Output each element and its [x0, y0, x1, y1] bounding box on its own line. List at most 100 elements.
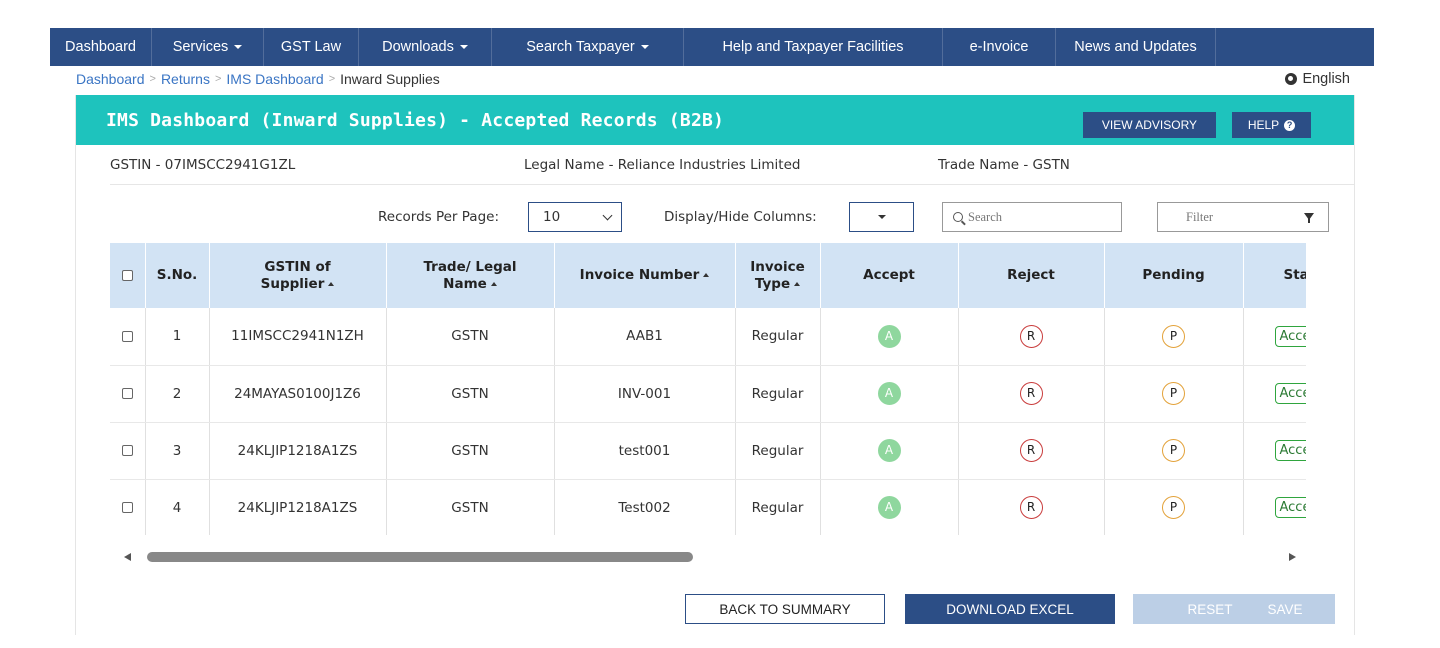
- row-select-cell: [110, 365, 146, 423]
- trade-name-cell: GSTN: [386, 479, 555, 535]
- breadcrumb-current: Inward Supplies: [340, 71, 440, 87]
- save-button[interactable]: SAVE: [1235, 594, 1335, 624]
- nav-label: Services: [172, 39, 229, 55]
- caret-down-icon: [234, 45, 243, 49]
- header-invoice-number[interactable]: Invoice Number: [554, 243, 736, 308]
- nav-item-search-taxpayer[interactable]: Search Taxpayer: [492, 28, 684, 66]
- pending-cell: P: [1104, 308, 1244, 366]
- chevron-down-icon: [602, 210, 613, 221]
- select-all-checkbox[interactable]: [121, 269, 133, 281]
- accept-button[interactable]: A: [877, 382, 901, 405]
- sort-up-icon: [794, 281, 801, 286]
- legal-name-text: Legal Name - Reliance Industries Limited: [524, 157, 801, 173]
- gstin-text: GSTIN - 07IMSCC2941G1ZL: [110, 157, 296, 173]
- accept-button[interactable]: A: [877, 496, 901, 519]
- header-status: Status: [1243, 243, 1306, 308]
- nav-item-help[interactable]: Help and Taxpayer Facilities: [684, 28, 943, 66]
- invoice-type-cell: Regular: [735, 479, 821, 535]
- invoice-number-cell: INV-001: [554, 365, 736, 423]
- status-badge: Accepted: [1274, 497, 1306, 518]
- records-per-page-select[interactable]: 10: [528, 202, 622, 232]
- pending-button[interactable]: P: [1162, 496, 1185, 519]
- reject-cell: R: [958, 365, 1105, 423]
- display-hide-columns-label: Display/Hide Columns:: [664, 209, 817, 225]
- row-select-cell: [110, 422, 146, 480]
- row-checkbox[interactable]: [121, 502, 133, 513]
- row-checkbox[interactable]: [121, 330, 133, 342]
- trade-name-cell: GSTN: [386, 308, 555, 366]
- status-badge: Accepted: [1274, 383, 1306, 404]
- header-label: S.No.: [156, 267, 198, 283]
- help-button[interactable]: HELP ?: [1232, 112, 1311, 138]
- trade-name-cell: GSTN: [386, 365, 555, 423]
- breadcrumb-link[interactable]: Dashboard: [76, 71, 145, 87]
- accept-cell: A: [820, 365, 959, 423]
- scroll-left-icon[interactable]: [124, 553, 131, 561]
- records-table: S.No. GSTIN of Supplier Trade/ Legal Name …: [110, 243, 1306, 535]
- reject-button[interactable]: R: [1019, 496, 1043, 519]
- accept-cell: A: [820, 308, 959, 366]
- caret-down-icon: [459, 45, 468, 49]
- header-accept: Accept: [820, 243, 959, 308]
- reject-button[interactable]: R: [1019, 382, 1043, 405]
- invoice-number-cell: Test002: [554, 479, 736, 535]
- status-cell: Accepted: [1243, 365, 1306, 423]
- header-label: Status: [1283, 267, 1307, 283]
- nav-item-downloads[interactable]: Downloads: [359, 28, 492, 66]
- sno-cell: 2: [145, 365, 210, 423]
- records-table-wrapper: S.No. GSTIN of Supplier Trade/ Legal Name …: [110, 243, 1306, 535]
- header-invoice-type[interactable]: Invoice Type: [735, 243, 821, 308]
- breadcrumb-link[interactable]: IMS Dashboard: [226, 71, 323, 87]
- nav-label: Downloads: [382, 39, 454, 55]
- accept-button[interactable]: A: [877, 324, 901, 348]
- search-input[interactable]: Search: [942, 202, 1122, 232]
- back-to-summary-button[interactable]: BACK TO SUMMARY: [685, 594, 885, 624]
- nav-item-news[interactable]: News and Updates: [1056, 28, 1216, 66]
- accept-cell: A: [820, 422, 959, 480]
- pending-button[interactable]: P: [1162, 324, 1185, 348]
- nav-item-dashboard[interactable]: Dashboard: [50, 28, 152, 66]
- select-all-cell: [110, 243, 146, 308]
- language-selector[interactable]: English: [1285, 71, 1350, 87]
- gstin-cell: 24KLJIP1218A1ZS: [209, 479, 387, 535]
- taxpayer-info: GSTIN - 07IMSCC2941G1ZL Legal Name - Rel…: [110, 155, 1354, 185]
- breadcrumb-link[interactable]: Returns: [161, 71, 210, 87]
- view-advisory-button[interactable]: VIEW ADVISORY: [1083, 112, 1216, 138]
- filter-dropdown[interactable]: Filter: [1157, 202, 1329, 232]
- header-gstin[interactable]: GSTIN of Supplier: [209, 243, 387, 308]
- reject-button[interactable]: R: [1019, 324, 1043, 348]
- horizontal-scrollbar[interactable]: [110, 549, 1306, 565]
- invoice-type-cell: Regular: [735, 422, 821, 480]
- header-label: Accept: [863, 267, 915, 283]
- reject-button[interactable]: R: [1019, 439, 1043, 462]
- status-cell: Accepted: [1243, 308, 1306, 366]
- accept-button[interactable]: A: [877, 439, 901, 462]
- nav-item-services[interactable]: Services: [152, 28, 264, 66]
- pending-button[interactable]: P: [1162, 382, 1185, 405]
- gstin-cell: 24MAYAS0100J1Z6: [209, 365, 387, 423]
- status-badge: Accepted: [1274, 440, 1306, 461]
- invoice-type-cell: Regular: [735, 365, 821, 423]
- header-label: Type: [754, 275, 791, 292]
- pending-button[interactable]: P: [1162, 439, 1185, 462]
- gstin-cell: 24KLJIP1218A1ZS: [209, 422, 387, 480]
- scroll-right-icon[interactable]: [1289, 553, 1296, 561]
- download-excel-button[interactable]: DOWNLOAD EXCEL: [905, 594, 1115, 624]
- display-hide-columns-select[interactable]: [849, 202, 914, 232]
- row-checkbox[interactable]: [121, 445, 133, 456]
- search-icon: [953, 212, 963, 222]
- nav-label: News and Updates: [1074, 39, 1197, 55]
- table-row: 2 24MAYAS0100J1Z6 GSTN INV-001 Regular A…: [110, 365, 1306, 423]
- panel-header: IMS Dashboard (Inward Supplies) - Accept…: [76, 95, 1354, 145]
- search-placeholder: Search: [968, 209, 1003, 224]
- sort-up-icon: [490, 281, 497, 286]
- scroll-thumb[interactable]: [147, 552, 693, 562]
- row-checkbox[interactable]: [121, 388, 133, 399]
- nav-item-e-invoice[interactable]: e-Invoice: [943, 28, 1056, 66]
- header-trade-name[interactable]: Trade/ Legal Name: [386, 243, 555, 308]
- nav-item-gst-law[interactable]: GST Law: [264, 28, 359, 66]
- sno-cell: 3: [145, 422, 210, 480]
- language-label: English: [1302, 71, 1350, 87]
- globe-icon: [1285, 73, 1298, 85]
- status-badge: Accepted: [1274, 325, 1306, 347]
